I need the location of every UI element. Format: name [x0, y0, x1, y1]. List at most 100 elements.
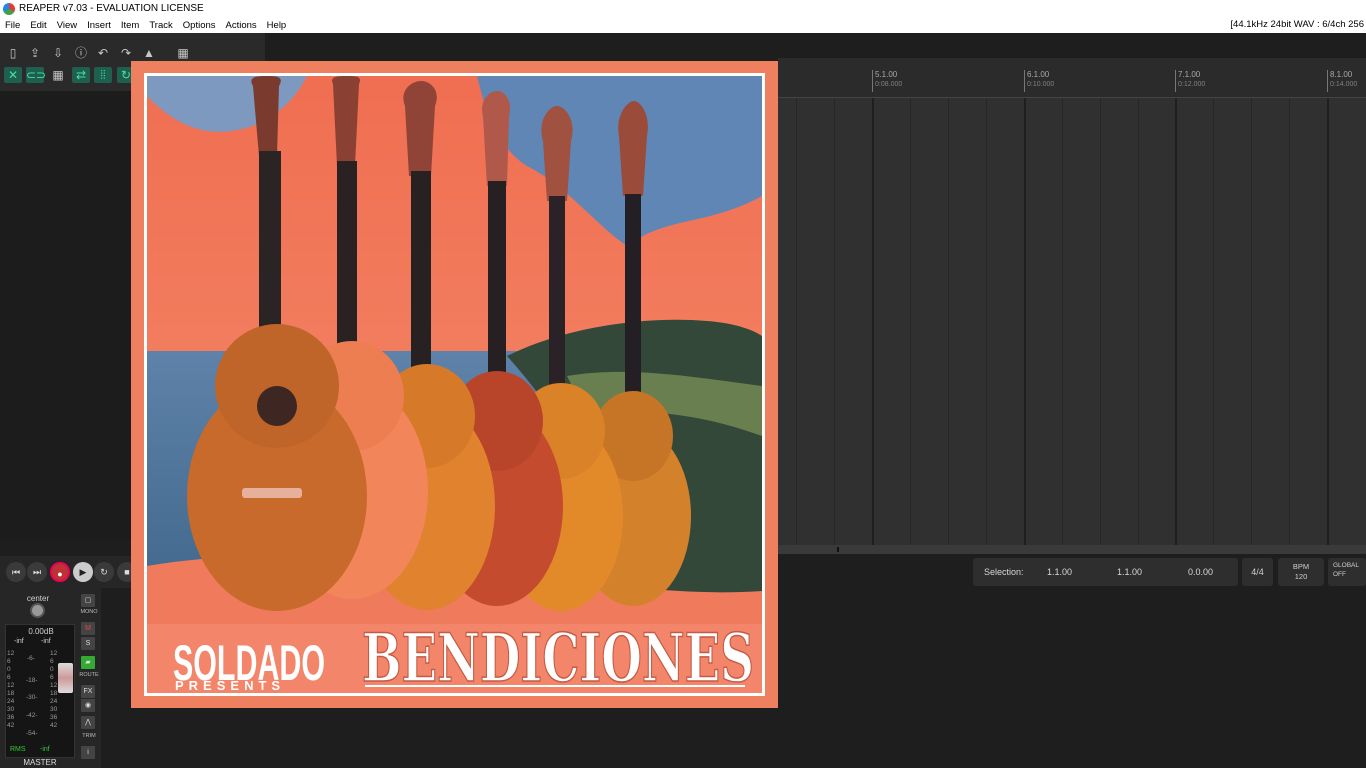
bpm-control[interactable]: BPM 120	[1278, 558, 1324, 586]
scale-mid-tick: -42-	[26, 712, 38, 719]
play-button[interactable]: ▶	[73, 562, 93, 582]
scale-right-tick: 18	[50, 690, 58, 697]
window-title: REAPER v7.03 - EVALUATION LICENSE	[19, 3, 204, 14]
undo-icon[interactable]: ↶	[94, 45, 112, 61]
scale-right-tick: 30	[50, 706, 58, 713]
scale-left-tick: 0	[7, 666, 11, 673]
scale-left-tick: 12	[7, 682, 15, 689]
grid-line	[872, 98, 874, 545]
time-label: 0:08.000	[875, 81, 903, 88]
ripple-edit-icon[interactable]: ✕	[4, 67, 22, 83]
grid-line	[1289, 98, 1290, 545]
bar-label: 7.1.00	[1178, 70, 1201, 79]
grid-line	[1062, 98, 1063, 545]
record-button[interactable]: ●	[50, 562, 70, 582]
menu-track[interactable]: Track	[144, 20, 177, 31]
reaper-app-icon	[3, 2, 15, 15]
menu-insert[interactable]: Insert	[82, 20, 116, 31]
grid-lines-icon[interactable]: ⦙⦙	[94, 67, 112, 83]
menu-edit[interactable]: Edit	[25, 20, 51, 31]
open-project-icon[interactable]: ⇪	[26, 45, 44, 61]
time-signature[interactable]: 4/4	[1242, 558, 1273, 586]
scale-right-tick: 6	[50, 658, 54, 665]
master-volume-fader[interactable]	[58, 663, 73, 693]
master-track-name: MASTER	[23, 758, 57, 767]
audio-device-status[interactable]: [44.1kHz 24bit WAV : 6/4ch 256	[1230, 19, 1364, 30]
selection-end[interactable]: 1.1.00	[1117, 567, 1142, 577]
timeline-ruler[interactable]: 5.1.00 0:08.000 6.1.00 0:10.000 7.1.00 0…	[778, 58, 1366, 98]
scale-left-tick: 18	[7, 690, 15, 697]
scale-left-tick: 6	[7, 658, 11, 665]
link-icon[interactable]: ⊂⊃	[26, 67, 46, 83]
grid-line	[910, 98, 911, 545]
grid-line	[1138, 98, 1139, 545]
bpm-value: 120	[1294, 572, 1308, 581]
info-button[interactable]: i	[81, 746, 95, 759]
menu-file[interactable]: File	[0, 20, 25, 31]
go-to-end-icon[interactable]: ⏭	[27, 562, 47, 582]
global-automation[interactable]: GLOBAL OFF	[1328, 558, 1366, 586]
grid-line	[1251, 98, 1252, 545]
route-button[interactable]: ▰	[81, 656, 95, 669]
rms-value: -inf	[40, 746, 50, 753]
pan-label: center	[26, 594, 50, 603]
menu-view[interactable]: View	[52, 20, 82, 31]
global-label: GLOBAL	[1333, 562, 1360, 569]
selection-length[interactable]: 0.0.00	[1188, 567, 1213, 577]
grid-line	[986, 98, 987, 545]
new-project-icon[interactable]: ▯	[4, 45, 22, 61]
fx-bypass-icon[interactable]: ◉	[81, 699, 95, 712]
bpm-label: BPM	[1292, 562, 1310, 571]
scale-right-tick: 42	[50, 722, 58, 729]
pan-knob[interactable]	[30, 603, 45, 618]
menu-item[interactable]: Item	[116, 20, 144, 31]
snap-icon[interactable]: ⇄	[72, 67, 90, 83]
item-grouping-icon[interactable]: ▦	[49, 67, 67, 83]
scale-mid-tick: -18-	[26, 677, 38, 684]
mono-label: MONO	[80, 609, 98, 615]
scale-left-tick: 42	[7, 722, 15, 729]
time-label: 0:14.000	[1330, 81, 1358, 88]
menu-options[interactable]: Options	[178, 20, 221, 31]
album-cover-frame: SOLDADO PRESENTS BENDICIONES	[144, 73, 765, 696]
repeat-toggle-icon[interactable]: ↻	[94, 562, 114, 582]
grid-line	[796, 98, 797, 545]
scale-left-tick: 12	[7, 650, 15, 657]
scale-mid-tick: -30-	[26, 694, 38, 701]
bar-label: 8.1.00	[1330, 70, 1353, 79]
solo-button[interactable]: S	[81, 637, 95, 650]
go-to-start-icon[interactable]: ⏮	[6, 562, 26, 582]
grid-line	[1024, 98, 1026, 545]
scale-mid-tick: -54-	[26, 730, 38, 737]
project-settings-icon[interactable]: ⓘ	[72, 45, 90, 61]
mono-button[interactable]: ▢	[81, 594, 95, 607]
arrange-view[interactable]	[778, 98, 1366, 545]
scale-right-tick: 6	[50, 674, 54, 681]
album-cover-image: SOLDADO PRESENTS BENDICIONES	[131, 61, 778, 708]
scale-left-tick: 30	[7, 706, 15, 713]
trim-envelope-icon[interactable]: ⋀	[81, 716, 95, 729]
mute-button[interactable]: M	[81, 622, 95, 635]
trim-label: TRIM	[82, 733, 96, 739]
menu-help[interactable]: Help	[262, 20, 292, 31]
scale-mid-tick: -6-	[27, 655, 35, 662]
grid-toggle-icon[interactable]: ▦	[174, 45, 192, 61]
ruler-marker: 8.1.00 0:14.000	[1327, 70, 1357, 92]
metronome-icon[interactable]: ▲	[140, 45, 158, 61]
scale-left-tick: 36	[7, 714, 15, 721]
grid-line	[834, 98, 835, 545]
menu-actions[interactable]: Actions	[221, 20, 262, 31]
scale-left-tick: 24	[7, 698, 15, 705]
scroll-thumb[interactable]	[837, 547, 839, 552]
album-title: BENDICIONES	[362, 619, 754, 693]
global-state: OFF	[1333, 571, 1346, 578]
selection-start[interactable]: 1.1.00	[1047, 567, 1072, 577]
redo-icon[interactable]: ↷	[117, 45, 135, 61]
save-project-icon[interactable]: ⇩	[49, 45, 67, 61]
selection-panel: Selection: 1.1.00 1.1.00 0.0.00	[973, 558, 1238, 586]
master-volume-readout[interactable]: 0.00dB	[6, 627, 76, 636]
horizontal-scrollbar[interactable]	[778, 545, 1366, 554]
track-control-panel[interactable]	[0, 91, 131, 541]
fx-button[interactable]: FX	[81, 685, 95, 698]
scale-right-tick: 36	[50, 714, 58, 721]
